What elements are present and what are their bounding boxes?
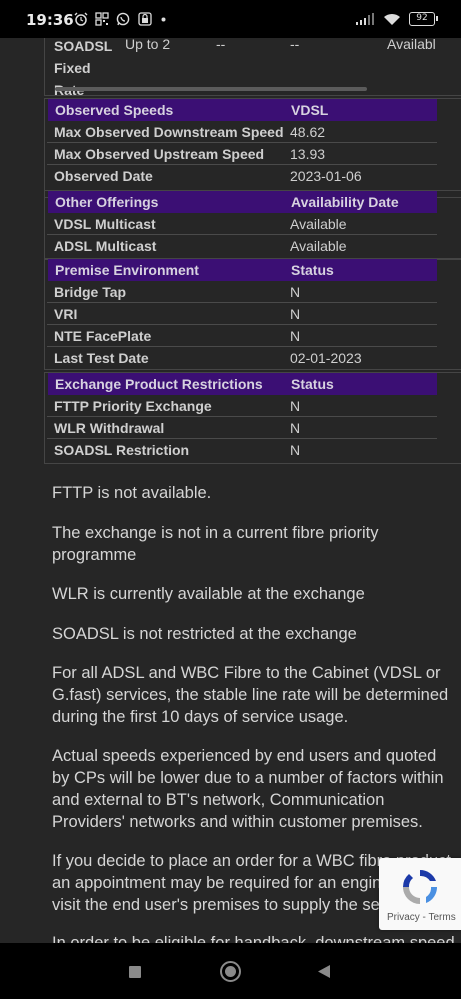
paragraph-line-rate: For all ADSL and WBC Fibre to the Cabine… [52,664,449,726]
status-bar: 19:36 92 [0,0,461,38]
premise-header: Premise Environment Status [48,259,437,281]
table-row: Max Observed Downstream Speed 48.62 [47,121,437,143]
top-row-label: SOADSL Fixed Rate [54,38,113,98]
top-table: SOADSL Fixed Rate Up to 2 -- -- Availabl [44,38,461,98]
table-row: FTTP Priority Exchange N [47,395,437,417]
paragraph-soadsl: SOADSL is not restricted at the exchange [52,625,357,643]
nav-square-icon[interactable] [128,965,142,979]
paragraph-actual-speeds: Actual speeds experienced by end users a… [52,747,444,831]
nav-home-icon[interactable] [219,960,242,983]
table-row: ADSL Multicast Available [54,238,347,254]
top-row-col5: Availabl [387,38,436,52]
offerings-header: Other Offerings Availability Date [48,191,437,213]
signal-icon [356,13,374,25]
page-viewport[interactable]: SOADSL Fixed Rate Up to 2 -- -- Availabl… [0,38,461,943]
navigation-bar [0,943,461,999]
grid-icon [95,12,109,26]
paragraph-wlr: WLR is currently available at the exchan… [52,585,365,603]
other-offerings-table: Other Offerings Availability Date VDSL M… [44,190,461,260]
wifi-icon [384,13,400,25]
recaptcha-links[interactable]: Privacy - Terms [387,912,456,923]
exchange-restrictions-table: Exchange Product Restrictions Status FTT… [44,372,461,464]
status-time: 19:36 [26,11,74,29]
dot-icon [161,17,166,22]
recaptcha-icon [402,869,438,904]
table-row: Bridge Tap N [47,281,437,303]
observed-header: Observed Speeds VDSL [48,99,437,121]
battery-icon: 92 [409,12,438,26]
table-row: NTE FacePlate N [47,325,437,347]
exchange-header: Exchange Product Restrictions Status [48,373,437,395]
recaptcha-badge[interactable]: Privacy - Terms [379,858,461,930]
top-row-col4: -- [290,38,300,52]
whatsapp-icon [116,12,130,26]
premise-environment-table: Premise Environment Status Bridge Tap N V… [44,258,461,370]
table-row: Last Test Date 02-01-2023 [54,350,362,366]
top-row-value: Up to 2 [125,38,171,52]
table-row: VDSL Multicast Available [47,213,437,235]
table-row: Max Observed Upstream Speed 13.93 [47,143,437,165]
table-row: VRI N [47,303,437,325]
observed-speeds-table: Observed Speeds VDSL Max Observed Downst… [44,98,461,198]
status-right: 92 [355,12,438,26]
paragraph-handback: In order to be eligible for handback, do… [52,934,455,943]
table-row: WLR Withdrawal N [47,417,437,439]
paragraph-fttp: FTTP is not available. [52,484,212,502]
table-row: Observed Date 2023-01-06 [54,168,362,184]
paragraph-fibre-priority: The exchange is not in a current fibre p… [52,524,379,564]
table-row: SOADSL Restriction N [54,442,301,458]
content-panel: SOADSL Fixed Rate Up to 2 -- -- Availabl… [0,38,461,943]
nav-back-icon[interactable] [317,964,331,979]
top-row-col3: -- [216,38,226,52]
alarm-icon [74,12,88,26]
horizontal-scrollbar[interactable] [55,87,367,91]
lock-icon [138,12,152,26]
